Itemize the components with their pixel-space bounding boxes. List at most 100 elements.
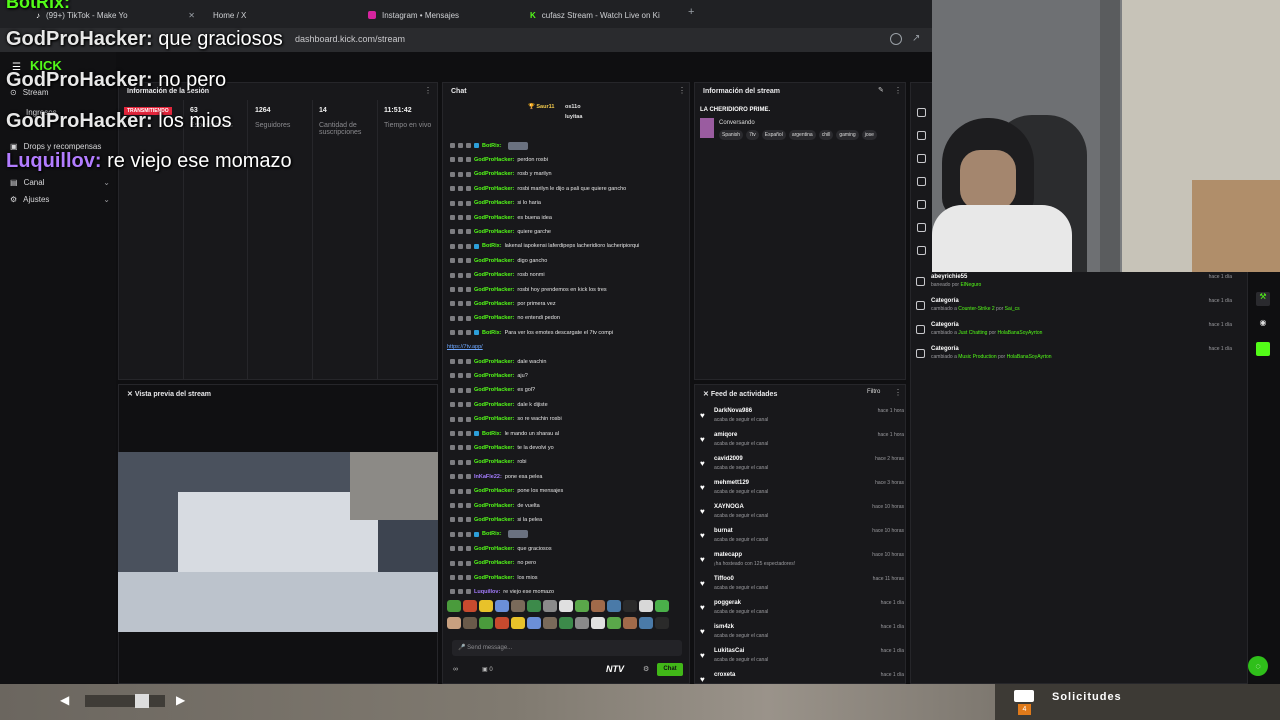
emote-icon[interactable]: [655, 600, 669, 612]
activity-user[interactable]: croxeta: [714, 672, 735, 678]
activity-item[interactable]: ♥ poggerak acaba de seguir el canal hace 1 …: [700, 600, 904, 624]
timeout-icon[interactable]: [458, 229, 463, 235]
search-icon[interactable]: [890, 33, 902, 45]
activity-user[interactable]: XAYNOGA: [714, 504, 744, 510]
delete-icon[interactable]: [450, 301, 455, 307]
delete-icon[interactable]: [450, 315, 455, 321]
ban-icon[interactable]: [466, 287, 471, 292]
ban-icon[interactable]: [466, 517, 471, 523]
ban-icon[interactable]: [466, 488, 471, 494]
chat-message[interactable]: GodProHacker: dale k dijiste: [450, 400, 548, 409]
chat-message[interactable]: GodProHacker: digo gancho: [450, 256, 547, 265]
log-actor[interactable]: HolaBanaSoyAyrton: [997, 330, 1042, 336]
chat-username[interactable]: GodProHacker:: [474, 171, 514, 177]
emote-icon[interactable]: [639, 600, 653, 612]
chat-username[interactable]: GodProHacker:: [474, 445, 514, 451]
chat-message[interactable]: GodProHacker: dale wachin: [450, 357, 546, 366]
chat-username[interactable]: GodProHacker:: [474, 416, 514, 422]
delete-icon[interactable]: [450, 387, 455, 393]
timeout-icon[interactable]: [458, 200, 463, 206]
activity-item[interactable]: ♥ XAYNOGA acaba de seguir el canal hace 10 …: [700, 504, 904, 528]
delete-icon[interactable]: [450, 402, 455, 408]
emote-icon[interactable]: [559, 600, 573, 612]
chat-username[interactable]: BotRix:: [482, 531, 502, 537]
chat-username[interactable]: GodProHacker:: [474, 359, 514, 365]
delete-icon[interactable]: [450, 589, 455, 595]
timeout-icon[interactable]: [458, 157, 463, 163]
delete-icon[interactable]: [450, 171, 455, 177]
chat-username[interactable]: BotRix:: [482, 143, 502, 149]
emote-icon[interactable]: [607, 600, 621, 612]
ban-icon[interactable]: [466, 575, 471, 580]
emote-icon[interactable]: [447, 617, 461, 629]
chat-username[interactable]: GodProHacker:: [474, 272, 514, 278]
timeout-icon[interactable]: [458, 445, 463, 451]
chat-message[interactable]: GodProHacker: si lo haria: [450, 199, 541, 208]
ban-icon[interactable]: [466, 330, 471, 336]
chat-username[interactable]: GodProHacker:: [474, 186, 514, 192]
ban-icon[interactable]: [466, 272, 471, 278]
delete-icon[interactable]: [450, 143, 455, 148]
infinity-icon[interactable]: ∞: [453, 666, 458, 673]
requests-bar[interactable]: [995, 684, 1280, 720]
close-icon[interactable]: ✕: [127, 391, 135, 398]
log-target[interactable]: Music Production: [958, 354, 996, 360]
tab-instagram[interactable]: Instagram • Mensajes: [360, 4, 520, 26]
timeout-icon[interactable]: [458, 531, 463, 537]
chat-username[interactable]: GodProHacker:: [474, 488, 514, 494]
mod-tool-icon[interactable]: ⚒: [1256, 292, 1270, 306]
emote-icon[interactable]: [511, 600, 525, 612]
ban-icon[interactable]: [466, 359, 471, 364]
timeout-icon[interactable]: [458, 272, 463, 278]
ban-icon[interactable]: [466, 416, 471, 422]
timeout-icon[interactable]: [458, 171, 463, 177]
delete-icon[interactable]: [450, 186, 455, 192]
chat-message[interactable]: InKaFle22: pone esa pelea: [450, 472, 542, 481]
delete-icon[interactable]: [450, 531, 455, 537]
ban-icon[interactable]: [466, 459, 471, 465]
timeout-icon[interactable]: [458, 474, 463, 480]
delete-icon[interactable]: [450, 359, 455, 364]
tag-chip[interactable]: jose: [861, 130, 877, 140]
chat-message[interactable]: GodProHacker: si la pelea: [450, 515, 542, 524]
emote-icon[interactable]: [479, 600, 493, 612]
chat-message[interactable]: https://7tv.app/: [447, 343, 483, 352]
log-actor[interactable]: HolaBanaSoyAyrton: [1007, 354, 1052, 360]
activity-user[interactable]: LukitasCai: [714, 648, 744, 654]
chat-username[interactable]: GodProHacker:: [474, 517, 514, 523]
chat-username[interactable]: GodProHacker:: [474, 229, 514, 235]
emote-picker[interactable]: [447, 600, 673, 632]
chat-username[interactable]: BotRix:: [482, 431, 502, 437]
ban-icon[interactable]: [466, 186, 471, 192]
scroll-track[interactable]: [85, 695, 165, 707]
ban-icon[interactable]: [466, 215, 471, 220]
chat-message[interactable]: GodProHacker: es gol?: [450, 386, 535, 395]
chat-message[interactable]: GodProHacker: te la devolvi yo: [450, 443, 554, 452]
chat-username[interactable]: GodProHacker:: [474, 575, 514, 581]
chat-username[interactable]: GodProHacker:: [474, 157, 514, 163]
chat-message[interactable]: GodProHacker: robi: [450, 458, 527, 467]
chat-message[interactable]: Luquillov: re viejo ese momazo: [450, 587, 554, 596]
delete-icon[interactable]: [450, 200, 455, 206]
close-icon[interactable]: ✕: [188, 11, 195, 20]
emote-icon[interactable]: [527, 600, 541, 612]
chat-message[interactable]: GodProHacker: rosb nonmi: [450, 271, 545, 280]
send-chat-button[interactable]: Chat: [657, 663, 683, 676]
prev-icon[interactable]: ◀: [60, 693, 69, 707]
emote-icon[interactable]: [591, 617, 605, 629]
activity-user[interactable]: matecapp: [714, 552, 742, 558]
timeout-icon[interactable]: [458, 575, 463, 580]
tag-chip[interactable]: argentina: [788, 130, 816, 140]
log-target[interactable]: Counter-Strike 2: [958, 306, 994, 312]
chat-link[interactable]: https://7tv.app/: [447, 344, 483, 350]
new-tab-icon[interactable]: +: [688, 6, 694, 18]
chat-message[interactable]: GodProHacker: de vuelta: [450, 501, 540, 510]
ban-icon[interactable]: [466, 171, 471, 177]
kick-app-icon[interactable]: [1256, 342, 1270, 356]
tag-chip[interactable]: 7tv: [746, 130, 759, 140]
chat-username[interactable]: GodProHacker:: [474, 373, 514, 379]
activity-user[interactable]: poggerak: [714, 600, 741, 606]
activity-user[interactable]: amiqore: [714, 432, 737, 438]
chat-username[interactable]: GodProHacker:: [474, 315, 514, 321]
ban-icon[interactable]: [466, 546, 471, 552]
